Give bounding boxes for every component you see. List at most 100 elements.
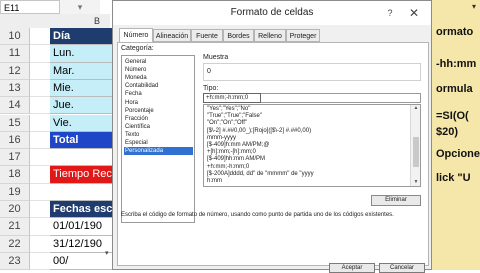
- category-item[interactable]: Científica: [124, 123, 193, 131]
- category-item[interactable]: Especial: [124, 139, 193, 147]
- format-code-item[interactable]: "True";"True";"False": [207, 113, 407, 120]
- format-code-item[interactable]: [$-200A]dddd, dd" de "mmmm" de "yyyy: [207, 171, 407, 178]
- format-code-item[interactable]: h:mm: [207, 178, 407, 185]
- format-code-item[interactable]: [$-409]hh:mm AM/PM: [207, 156, 407, 163]
- tab-numero[interactable]: Número: [119, 28, 153, 43]
- cell-a[interactable]: [30, 97, 50, 115]
- format-code-list[interactable]: ▲ ▼ "Yes";"Yes";"No" "True";"True";"False…: [203, 104, 421, 187]
- type-input[interactable]: +h:mm;-h:mm;0: [203, 93, 261, 103]
- cell-a[interactable]: [30, 235, 50, 253]
- format-cells-dialog: Formato de celdas ? ✕ Número Alineación Fu…: [112, 0, 432, 273]
- cell-a[interactable]: [30, 166, 50, 184]
- note-text: lick "U: [436, 172, 471, 184]
- note-text: Opcione: [436, 148, 480, 160]
- note-text: $20): [436, 126, 459, 138]
- tab-fuente[interactable]: Fuente: [191, 29, 223, 42]
- category-item[interactable]: Fecha: [124, 90, 193, 98]
- row-number[interactable]: 20: [0, 201, 30, 219]
- cell-a[interactable]: [30, 79, 50, 98]
- category-item[interactable]: Número: [124, 66, 193, 74]
- scroll-down-icon[interactable]: ▼: [411, 179, 420, 186]
- cell-b[interactable]: [50, 183, 112, 201]
- row-number[interactable]: 14: [0, 97, 30, 115]
- row-number[interactable]: 17: [0, 149, 30, 167]
- format-code-item[interactable]: +h:mm;-h:mm;0: [207, 164, 407, 171]
- cell-b[interactable]: [50, 149, 112, 167]
- format-code-item[interactable]: +[h]:mm;-[h]:mm;0: [207, 149, 407, 156]
- close-button[interactable]: ✕: [403, 6, 425, 20]
- note-text: ormato: [436, 26, 474, 38]
- row-number[interactable]: 21: [0, 218, 30, 236]
- row-number[interactable]: 19: [0, 183, 30, 201]
- tab-alineacion[interactable]: Alineación: [153, 29, 191, 42]
- cell-b[interactable]: Jue.: [50, 97, 112, 115]
- cancel-button[interactable]: Cancelar: [379, 263, 425, 273]
- row-number[interactable]: 22: [0, 235, 30, 253]
- cell-a[interactable]: [30, 201, 50, 219]
- cell-b[interactable]: Mar.: [50, 62, 112, 80]
- category-item[interactable]: Texto: [124, 131, 193, 139]
- format-list-scrollbar[interactable]: ▲ ▼: [410, 105, 420, 186]
- format-code-item[interactable]: "Yes";"Yes";"No": [207, 106, 407, 113]
- cell-b[interactable]: Fechas esc: [50, 201, 112, 219]
- category-item[interactable]: Fracción: [124, 115, 193, 123]
- row-number[interactable]: 13: [0, 79, 30, 98]
- cell-a[interactable]: [30, 28, 50, 46]
- category-item[interactable]: Personalizada: [124, 147, 193, 156]
- cell-a[interactable]: [30, 149, 50, 167]
- tab-bordes[interactable]: Bordes: [223, 29, 254, 42]
- category-item[interactable]: General: [124, 58, 193, 66]
- cell-b[interactable]: Lun.: [50, 45, 112, 63]
- cell-b[interactable]: Tiempo Rec: [50, 166, 112, 184]
- cell-b[interactable]: 31/12/190: [50, 235, 112, 253]
- tab-relleno[interactable]: Relleno: [254, 29, 286, 42]
- row-number[interactable]: 16: [0, 131, 30, 150]
- note-text: ormula: [436, 83, 473, 95]
- tab-proteger[interactable]: Proteger: [286, 29, 320, 42]
- category-item[interactable]: Hora: [124, 99, 193, 107]
- ok-button[interactable]: Aceptar: [329, 263, 375, 273]
- cell-a[interactable]: [30, 131, 50, 150]
- cell-b[interactable]: Vie.: [50, 114, 112, 132]
- cell-a[interactable]: [30, 45, 50, 63]
- row-number[interactable]: 10: [0, 28, 30, 46]
- category-item[interactable]: Porcentaje: [124, 107, 193, 115]
- cell-a[interactable]: [30, 252, 50, 271]
- cell-a[interactable]: [30, 62, 50, 80]
- delete-button[interactable]: Eliminar: [371, 195, 421, 206]
- note-text: =SI(O(: [436, 110, 469, 122]
- row-number[interactable]: 18: [0, 166, 30, 184]
- row-number[interactable]: 11: [0, 45, 30, 63]
- row-number[interactable]: 23: [0, 252, 30, 271]
- category-label: Categoría:: [121, 45, 154, 52]
- help-button[interactable]: ?: [383, 7, 397, 19]
- cell-a[interactable]: [30, 183, 50, 201]
- cell-b[interactable]: Total: [50, 131, 112, 150]
- format-code-item[interactable]: "On";"On";"Off": [207, 120, 407, 127]
- format-description: Escriba el código de formato de número, …: [121, 212, 394, 218]
- category-item[interactable]: Moneda: [124, 74, 193, 82]
- cell-b[interactable]: Mie.: [50, 79, 112, 98]
- row-number[interactable]: 12: [0, 62, 30, 80]
- scrollbar-thumb[interactable]: [413, 137, 419, 167]
- name-box-dropdown[interactable]: ▾: [60, 0, 100, 15]
- category-item[interactable]: Contabilidad: [124, 82, 193, 90]
- sample-label: Muestra: [203, 54, 229, 61]
- type-label: Tipo:: [203, 85, 219, 92]
- format-code-item[interactable]: mmm-yyyy: [207, 135, 407, 142]
- cell-a[interactable]: [30, 218, 50, 236]
- name-box[interactable]: E11: [0, 0, 60, 14]
- type-input-extension[interactable]: [261, 93, 421, 103]
- format-code-item[interactable]: [$-409]h:mm AM/PM;@: [207, 142, 407, 149]
- cell-a[interactable]: [30, 114, 50, 132]
- cell-b[interactable]: 01/01/190: [50, 218, 112, 236]
- row-number[interactable]: 15: [0, 114, 30, 132]
- cell-b[interactable]: Día: [50, 28, 112, 46]
- column-header-b[interactable]: B: [84, 14, 110, 28]
- format-code-item[interactable]: [$\-2] #.##0,00_);[Rojo]([$\-2] #.##0,00…: [207, 128, 407, 135]
- dropdown-arrow-icon[interactable]: ▾: [468, 0, 480, 14]
- note-text: -hh:mm: [436, 58, 477, 70]
- scroll-up-icon[interactable]: ▲: [411, 105, 420, 112]
- cell-b[interactable]: 00/: [50, 252, 112, 271]
- category-list[interactable]: General Número Moneda Contabilidad Fecha Hora…: [121, 55, 195, 223]
